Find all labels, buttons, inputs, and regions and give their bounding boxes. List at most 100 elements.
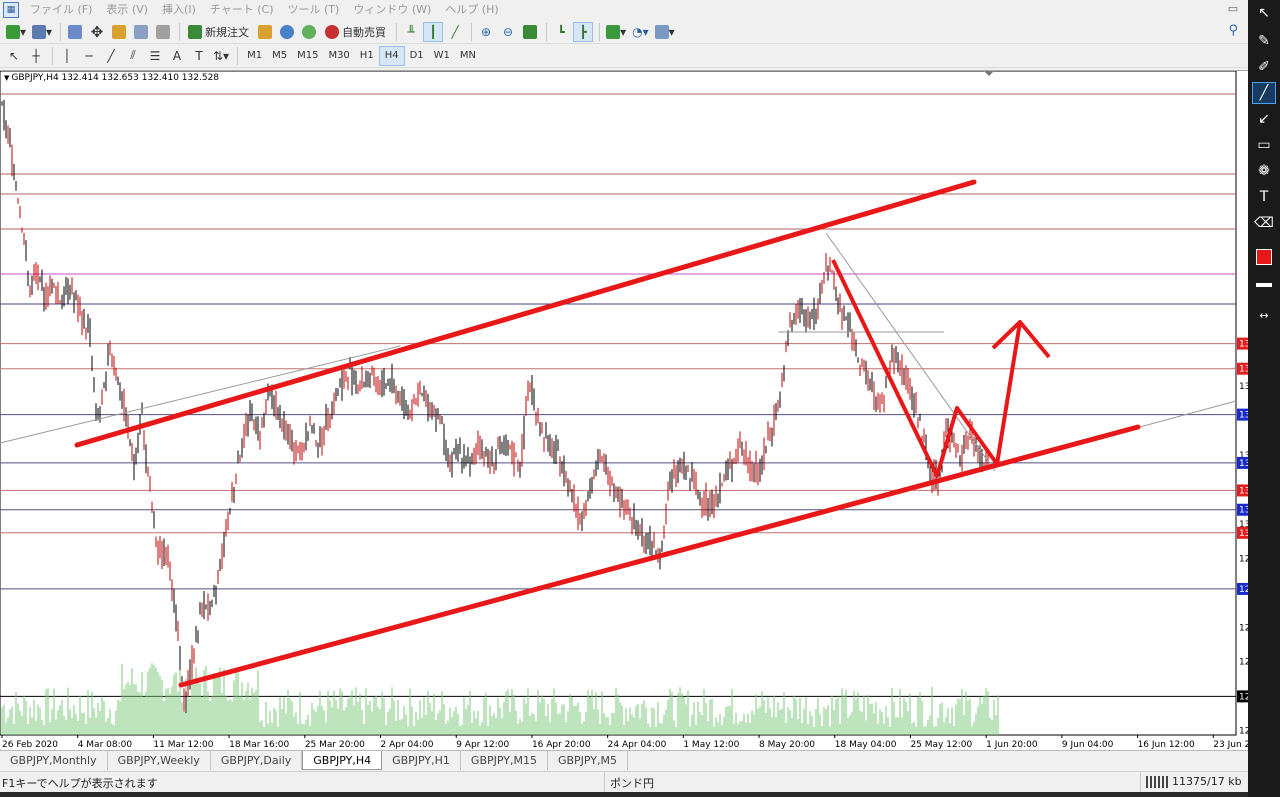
- price-chart[interactable]: 134.740132.790130.840129.870127.920126.9…: [0, 71, 1248, 751]
- separator: [179, 22, 181, 41]
- line-tool-icon[interactable]: ╱: [1252, 82, 1276, 104]
- app-icon[interactable]: ▦: [3, 2, 19, 18]
- text-button[interactable]: A: [167, 46, 187, 66]
- time-label: 23 Jun 20:00: [1213, 740, 1248, 750]
- strategy-tester-icon: [156, 24, 171, 39]
- terminal-button[interactable]: [131, 22, 151, 42]
- crosshair-button[interactable]: ┼: [26, 46, 46, 66]
- brush-icon[interactable]: ✐: [1252, 56, 1276, 78]
- vertical-line-button[interactable]: │: [57, 46, 77, 66]
- timeframe-m15[interactable]: M15: [292, 46, 323, 66]
- profiles-button[interactable]: ▾: [30, 22, 54, 42]
- menu-help[interactable]: ヘルプ (H): [438, 0, 505, 20]
- color-picker-icon[interactable]: [1252, 246, 1276, 268]
- bar-chart-button[interactable]: ╨: [401, 22, 421, 42]
- metaeditor-button[interactable]: [255, 22, 275, 42]
- metaeditor-icon: [258, 24, 273, 39]
- text-tool-icon[interactable]: T: [1252, 186, 1276, 208]
- cursor-button[interactable]: ↖: [4, 46, 24, 66]
- candlestick-button[interactable]: ┃: [423, 21, 444, 42]
- menu-window[interactable]: ウィンドウ (W): [346, 0, 438, 20]
- strategy-tester-button[interactable]: [153, 22, 173, 42]
- line-chart-button[interactable]: ╱: [445, 22, 465, 42]
- tab-gbpjpy-weekly[interactable]: GBPJPY,Weekly: [108, 751, 211, 770]
- eraser-icon[interactable]: ⌫: [1252, 212, 1276, 234]
- menu-tools[interactable]: ツール (T): [281, 0, 347, 20]
- timeframe-m1[interactable]: M1: [242, 46, 267, 66]
- separator: [546, 22, 548, 41]
- fibonacci-button[interactable]: ☰: [145, 46, 165, 66]
- text-label-button[interactable]: T: [189, 46, 209, 66]
- time-label: 2 Apr 04:00: [381, 740, 434, 750]
- status-traffic-text: 11375/17 kb: [1172, 775, 1242, 788]
- shapes-icon[interactable]: ❁: [1252, 160, 1276, 182]
- new-order-button[interactable]: 新規注文: [184, 22, 253, 42]
- chart-shift-button[interactable]: ┣: [573, 21, 594, 42]
- separator: [604, 772, 605, 793]
- community-button[interactable]: [277, 22, 297, 42]
- tab-gbpjpy-monthly[interactable]: GBPJPY,Monthly: [0, 751, 108, 770]
- menu-insert[interactable]: 挿入(I): [155, 0, 203, 20]
- time-label: 16 Apr 20:00: [532, 740, 591, 750]
- tab-gbpjpy-m15[interactable]: GBPJPY,M15: [461, 751, 548, 770]
- separator: [60, 22, 62, 41]
- arrows-button[interactable]: ⇅▾: [211, 46, 231, 66]
- taskbar-strip: [0, 792, 1248, 797]
- search-icon[interactable]: ⚲: [1228, 23, 1238, 38]
- menu-file[interactable]: ファイル (F): [23, 0, 99, 20]
- market-watch-button[interactable]: [65, 22, 85, 42]
- trendline-button[interactable]: ╱: [101, 46, 121, 66]
- auto-trading-label: 自動売買: [342, 25, 387, 39]
- rectangle-icon[interactable]: ▭: [1252, 134, 1276, 156]
- standard-toolbar: ▾ ▾ ✥ 新規注文 自動売買 ╨ ┃ ╱ ⊕ ⊖ ┗ ┣ ▾ ◔▾ ▾ ⚲: [0, 20, 1248, 44]
- tab-gbpjpy-daily[interactable]: GBPJPY,Daily: [211, 751, 303, 770]
- menu-view[interactable]: 表示 (V): [99, 0, 155, 20]
- time-label: 4 Mar 08:00: [78, 740, 133, 750]
- status-bar: F1キーでヘルプが表示されます ポンド円 11375/17 kb: [0, 771, 1248, 793]
- tab-gbpjpy-h4[interactable]: GBPJPY,H4: [302, 751, 383, 770]
- line-width-icon[interactable]: [1252, 274, 1276, 296]
- arrow-tool-icon[interactable]: ↙: [1252, 108, 1276, 130]
- timeframe-d1[interactable]: D1: [405, 46, 429, 66]
- minimize-icon[interactable]: ▭: [1226, 2, 1240, 16]
- channel-button[interactable]: ⫽: [123, 46, 143, 66]
- signals-button[interactable]: [299, 22, 319, 42]
- separator: [599, 22, 601, 41]
- periods-button[interactable]: ◔▾: [630, 22, 651, 42]
- timeframe-m5[interactable]: M5: [267, 46, 292, 66]
- tab-gbpjpy-m5[interactable]: GBPJPY,M5: [548, 751, 629, 770]
- separator: [396, 22, 398, 41]
- pencil-icon[interactable]: ✎: [1252, 30, 1276, 52]
- timeframe-h4[interactable]: H4: [378, 45, 405, 66]
- new-chart-button[interactable]: ▾: [4, 22, 28, 42]
- timeframe-mn[interactable]: MN: [455, 46, 481, 66]
- navigator-button[interactable]: [109, 22, 129, 42]
- level-tag-label: 125.968: [1239, 692, 1248, 702]
- horizontal-line-button[interactable]: ─: [79, 46, 99, 66]
- status-help-text: F1キーでヘルプが表示されます: [2, 777, 158, 790]
- indicators-icon: [606, 24, 621, 39]
- zoom-out-button[interactable]: ⊖: [498, 22, 518, 42]
- tile-windows-button[interactable]: [520, 22, 540, 42]
- menu-bar: ▦ ファイル (F) 表示 (V) 挿入(I) チャート (C) ツール (T)…: [0, 0, 1248, 20]
- chart-window[interactable]: 134.740132.790130.840129.870127.920126.9…: [0, 70, 1248, 750]
- pointer-icon[interactable]: ↖: [1252, 2, 1276, 24]
- market-watch-icon: [68, 24, 83, 39]
- templates-button[interactable]: ▾: [653, 22, 677, 42]
- line-width-swatch: [1256, 283, 1272, 287]
- level-tag-label: 132.567: [1239, 459, 1248, 469]
- data-window-button[interactable]: ✥: [87, 22, 107, 42]
- tab-gbpjpy-h1[interactable]: GBPJPY,H1: [382, 751, 461, 770]
- auto-trading-button[interactable]: 自動売買: [321, 22, 390, 42]
- timeframe-m30[interactable]: M30: [323, 46, 354, 66]
- plot-area: [0, 71, 1237, 736]
- timeframe-w1[interactable]: W1: [429, 46, 455, 66]
- terminal-icon: [134, 24, 149, 39]
- expand-toolbar-icon[interactable]: ↔: [1252, 304, 1276, 326]
- menu-chart[interactable]: チャート (C): [203, 0, 281, 20]
- indicators-button[interactable]: ▾: [604, 22, 628, 42]
- time-label: 25 Mar 20:00: [305, 740, 365, 750]
- auto-scroll-button[interactable]: ┗: [551, 22, 571, 42]
- timeframe-h1[interactable]: H1: [355, 46, 379, 66]
- zoom-in-button[interactable]: ⊕: [476, 22, 496, 42]
